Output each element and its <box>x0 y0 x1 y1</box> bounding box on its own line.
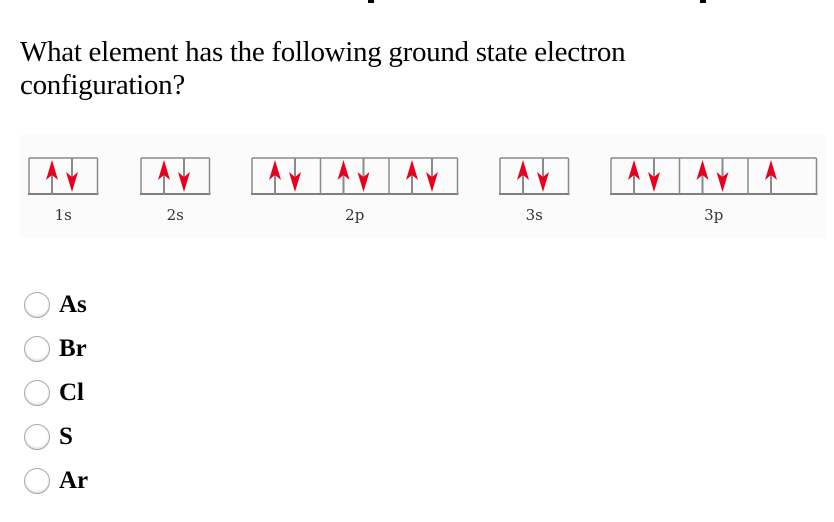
orbital-box <box>765 160 777 194</box>
radio-button[interactable] <box>24 380 50 406</box>
option-label: Br <box>59 335 87 362</box>
subshell-label: 1s <box>55 206 72 224</box>
subshell-label: 3p <box>704 206 723 224</box>
subshell-3p: 3p <box>610 157 818 224</box>
orbital-box <box>158 158 190 194</box>
subshell-3s: 3s <box>499 157 570 224</box>
radio-button[interactable] <box>24 292 50 318</box>
radio-button[interactable] <box>24 468 50 494</box>
radio-button[interactable] <box>24 424 50 450</box>
subshell-label: 3s <box>526 206 543 224</box>
subshell-label: 2p <box>345 206 364 224</box>
question-text: What element has the following ground st… <box>20 36 626 101</box>
orbital-box <box>628 158 660 194</box>
option-label: Cl <box>59 379 84 406</box>
orbital-box <box>46 158 78 194</box>
option-label: S <box>59 423 73 450</box>
top-edge-mark <box>700 0 706 3</box>
orbital-box <box>337 158 370 194</box>
option-cl[interactable]: Cl <box>24 371 88 415</box>
option-label: As <box>59 291 87 318</box>
option-s[interactable]: S <box>24 415 88 459</box>
option-br[interactable]: Br <box>24 327 88 371</box>
orbital-diagram-svg: 1s 2s 2p 3s 3p <box>28 157 818 224</box>
subshell-1s: 1s <box>28 157 99 224</box>
subshell-2p: 2p <box>251 157 459 224</box>
option-as[interactable]: As <box>24 283 88 327</box>
orbital-diagram: 1s 2s 2p 3s 3p <box>20 135 826 237</box>
orbital-box <box>269 158 301 194</box>
orbital-box <box>406 158 438 194</box>
orbital-box <box>517 158 549 194</box>
radio-button[interactable] <box>24 336 50 362</box>
subshell-2s: 2s <box>140 157 211 224</box>
orbital-box <box>696 158 729 194</box>
top-edge-mark <box>368 0 374 3</box>
subshell-label: 2s <box>167 206 184 224</box>
option-label: Ar <box>59 467 89 494</box>
answer-options: As Br Cl S Ar <box>24 283 88 503</box>
option-ar[interactable]: Ar <box>24 459 88 503</box>
